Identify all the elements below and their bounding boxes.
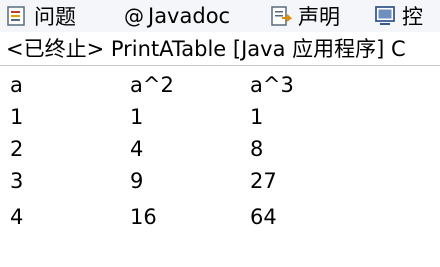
col-a-squared: 16: [130, 205, 157, 229]
console-header: <已终止> PrintATable [Java 应用程序] C: [0, 33, 440, 66]
view-tab-bar: 问题 @ Javadoc 声明 控: [0, 0, 440, 32]
declaration-icon: [270, 5, 293, 27]
col-a-cubed: 1: [250, 105, 264, 129]
console-output: a a^2 a^3 1 1 1 2 4 8 3 9 27 4 16 64: [0, 67, 440, 267]
tab-console-label: 控: [402, 5, 423, 29]
col-a-squared: 9: [130, 169, 144, 193]
col-a-cubed: a^3: [250, 73, 294, 97]
col-a: 2: [10, 137, 24, 161]
console-icon: [374, 5, 396, 27]
console-line: a a^2 a^3: [0, 69, 440, 101]
col-a-cubed: 27: [250, 169, 277, 193]
tab-javadoc[interactable]: @ Javadoc: [124, 0, 230, 32]
col-a-cubed: 8: [250, 137, 264, 161]
col-a: a: [10, 73, 23, 97]
tab-problems[interactable]: 问题: [6, 0, 76, 32]
tab-declaration-label: 声明: [298, 5, 340, 29]
at-icon: @: [124, 4, 144, 28]
tab-console[interactable]: 控: [374, 0, 423, 32]
col-a: 3: [10, 169, 24, 193]
col-a-squared: 1: [130, 105, 144, 129]
tab-problems-label: 问题: [34, 5, 76, 29]
problems-icon: [6, 5, 28, 27]
col-a: 1: [10, 105, 24, 129]
col-a-squared: 4: [130, 137, 144, 161]
col-a-squared: a^2: [130, 73, 174, 97]
tab-javadoc-label: Javadoc: [148, 4, 231, 28]
console-line: 3 9 27: [0, 165, 440, 197]
tab-declaration[interactable]: 声明: [270, 0, 340, 32]
console-line: 2 4 8: [0, 133, 440, 165]
col-a: 4: [10, 205, 24, 229]
console-line: 1 1 1: [0, 101, 440, 133]
console-line: 4 16 64: [0, 201, 440, 233]
col-a-cubed: 64: [250, 205, 277, 229]
